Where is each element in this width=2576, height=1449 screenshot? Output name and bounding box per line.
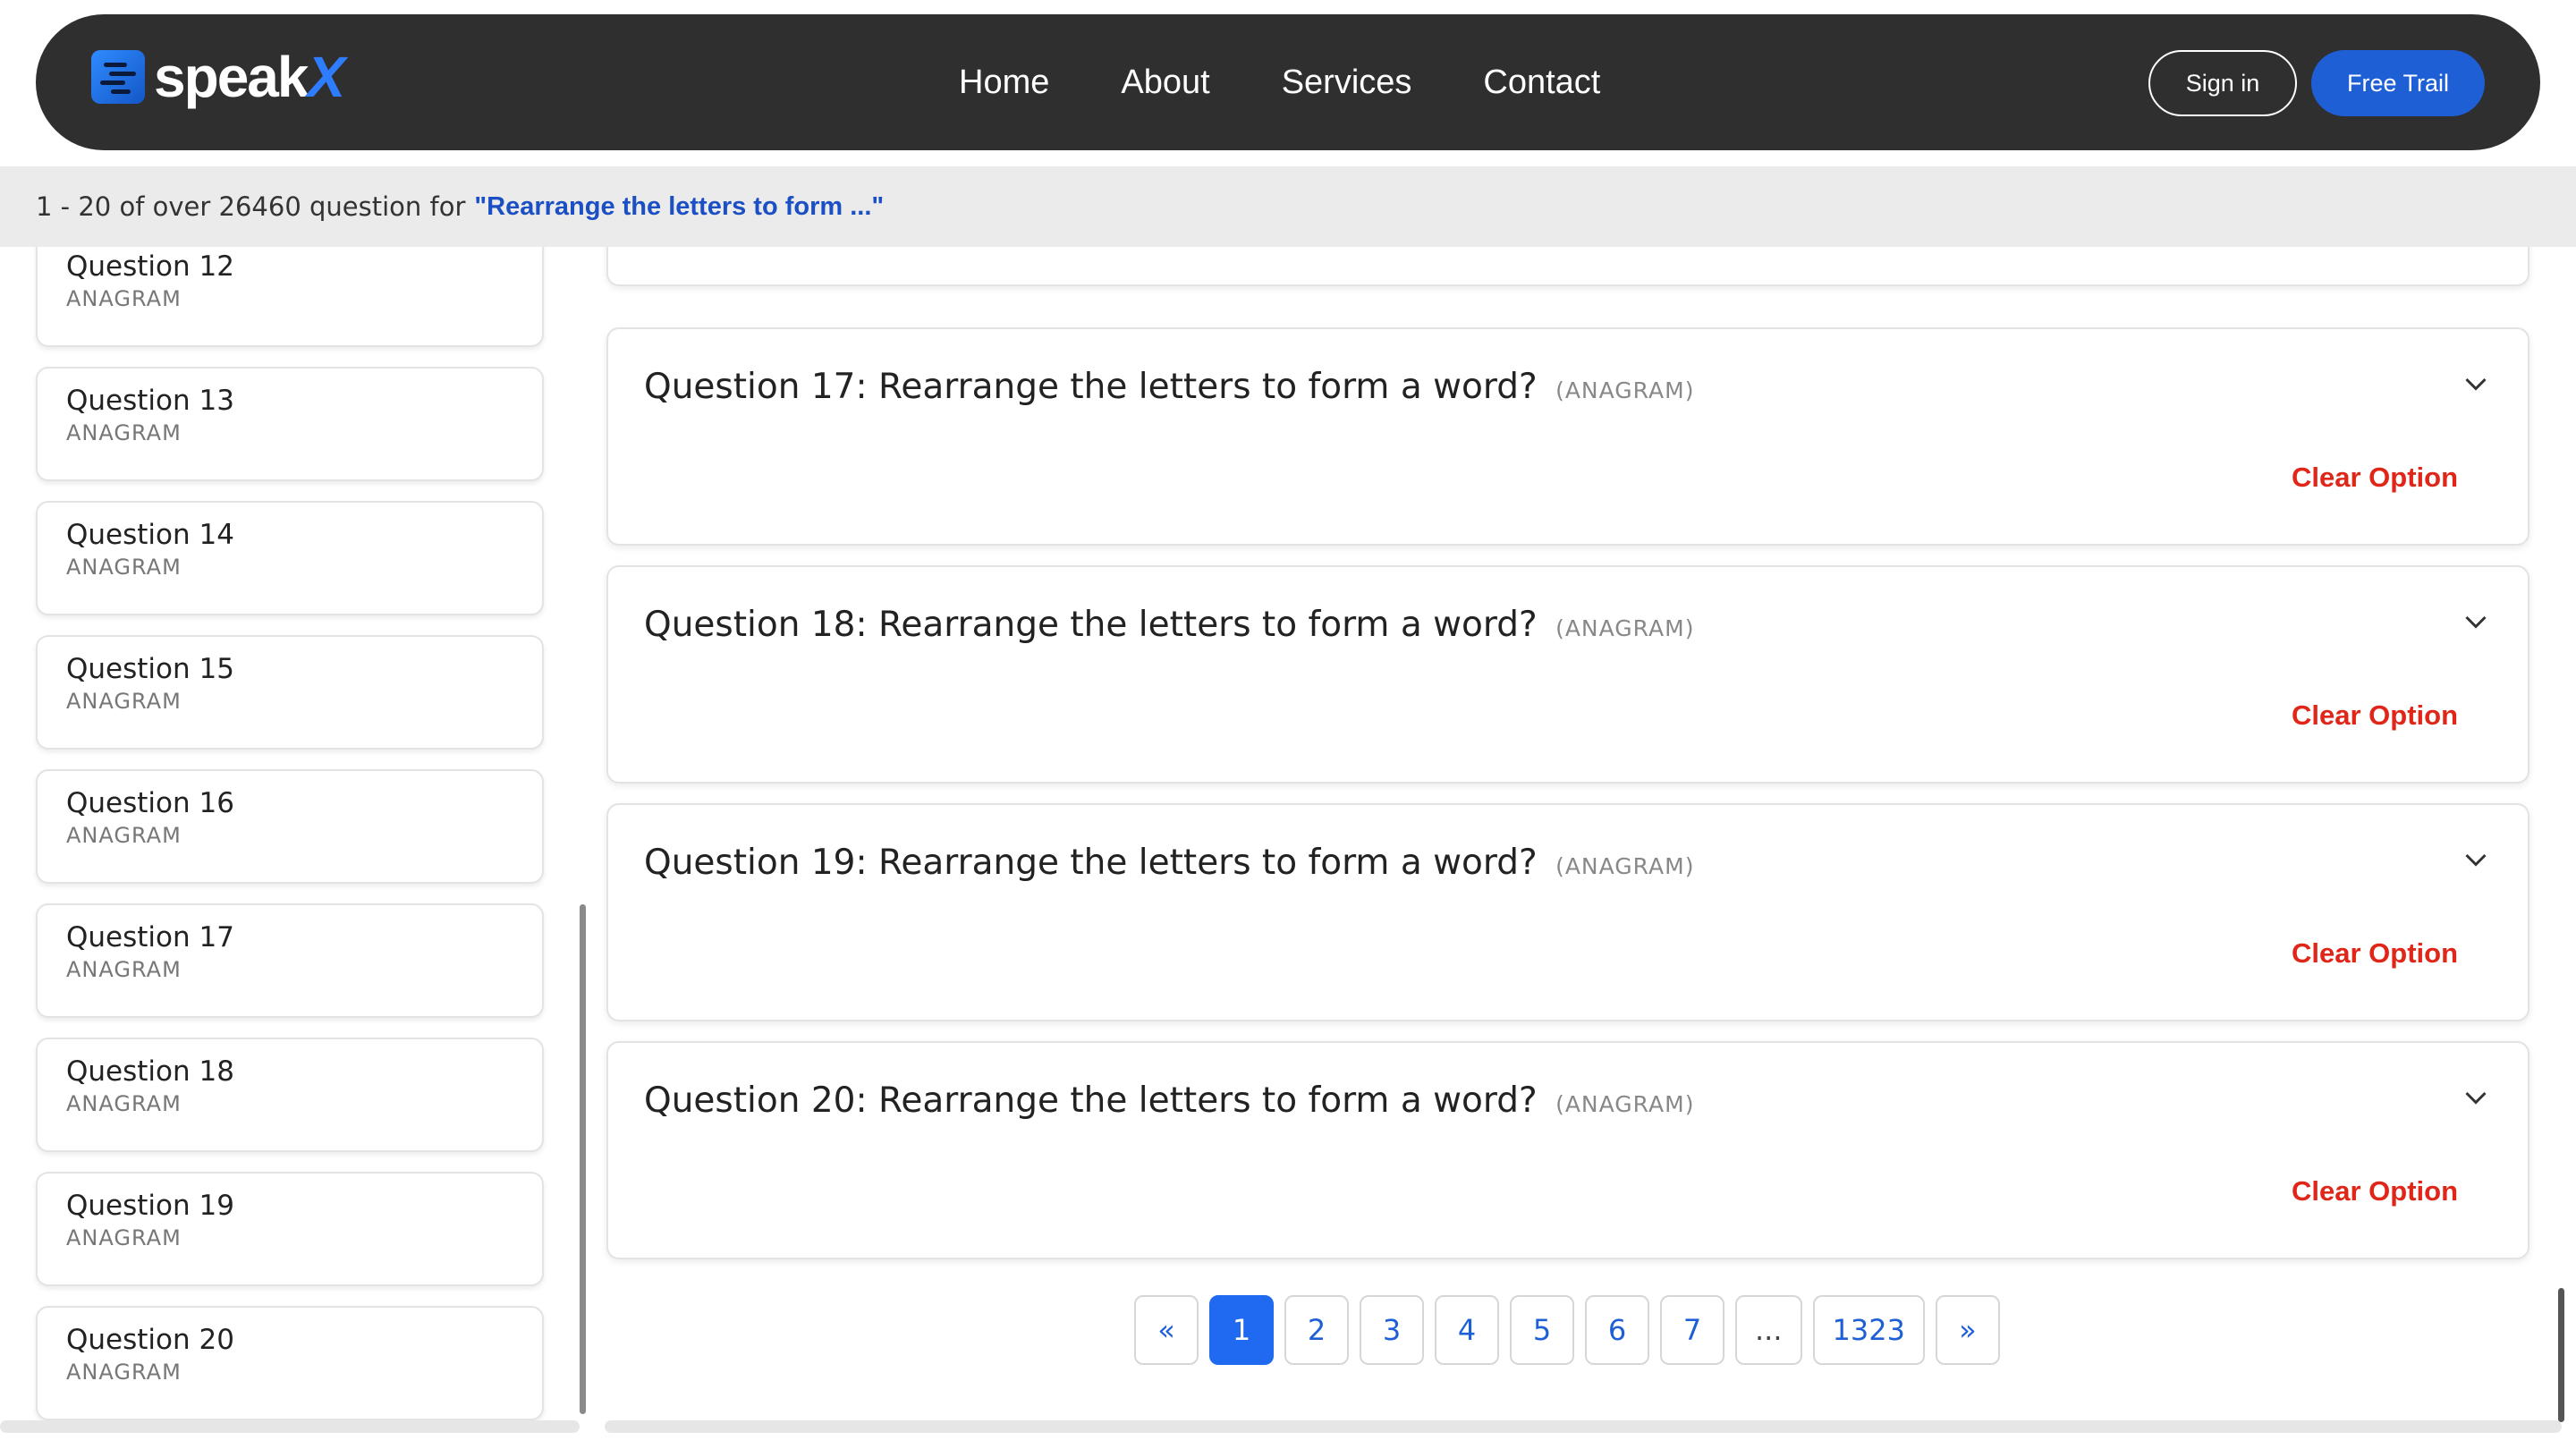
question-title-text: Question 17: Rearrange the letters to fo… — [644, 367, 1538, 407]
question-title: Question 18: Rearrange the letters to fo… — [644, 605, 1694, 645]
question-type-tag: (ANAGRAM) — [1555, 1091, 1695, 1117]
question-type-tag: (ANAGRAM) — [1555, 377, 1695, 403]
sidebar-item-title: Question 13 — [66, 385, 234, 417]
question-title: Question 19: Rearrange the letters to fo… — [644, 843, 1694, 883]
brand-name-accent: X — [307, 45, 345, 109]
clear-option-button[interactable]: Clear Option — [2292, 699, 2458, 732]
question-sidebar: Question 12 ANAGRAM Question 13 ANAGRAM … — [0, 247, 590, 1449]
clear-option-button[interactable]: Clear Option — [2292, 462, 2458, 494]
clear-option-button[interactable]: Clear Option — [2292, 937, 2458, 970]
pagination-page-3[interactable]: 3 — [1360, 1295, 1424, 1365]
sidebar-item-tag: ANAGRAM — [66, 823, 182, 848]
sidebar-item-question-17[interactable]: Question 17 ANAGRAM — [36, 903, 544, 1018]
sidebar-item-tag: ANAGRAM — [66, 1091, 182, 1116]
brand-logo[interactable]: speakX — [91, 48, 345, 106]
sidebar-item-question-14[interactable]: Question 14 ANAGRAM — [36, 501, 544, 615]
nav-link-services[interactable]: Services — [1282, 64, 1412, 102]
sidebar-item-title: Question 12 — [66, 250, 234, 283]
pagination-page-4[interactable]: 4 — [1435, 1295, 1499, 1365]
sidebar-item-title: Question 19 — [66, 1190, 234, 1222]
pagination-page-2[interactable]: 2 — [1284, 1295, 1349, 1365]
sidebar-item-question-19[interactable]: Question 19 ANAGRAM — [36, 1172, 544, 1286]
pagination-prev-button[interactable]: « — [1134, 1295, 1199, 1365]
question-title-text: Question 20: Rearrange the letters to fo… — [644, 1080, 1538, 1121]
pagination-ellipsis: ... — [1735, 1295, 1802, 1365]
question-type-tag: (ANAGRAM) — [1555, 853, 1695, 879]
brand-name: speakX — [154, 48, 345, 106]
question-title-text: Question 19: Rearrange the letters to fo… — [644, 843, 1538, 883]
question-title: Question 20: Rearrange the letters to fo… — [644, 1080, 1694, 1121]
results-count: 1 - 20 of over 26460 question for — [36, 191, 466, 222]
pagination-next-button[interactable]: » — [1935, 1295, 2000, 1365]
sidebar-item-tag: ANAGRAM — [66, 286, 182, 311]
logo-icon — [91, 50, 145, 104]
chevron-down-icon[interactable] — [2460, 844, 2492, 877]
sidebar-item-title: Question 18 — [66, 1055, 234, 1088]
nav-link-contact[interactable]: Contact — [1483, 64, 1600, 102]
sidebar-item-title: Question 20 — [66, 1324, 234, 1356]
pagination-page-5[interactable]: 5 — [1510, 1295, 1574, 1365]
sidebar-item-question-20[interactable]: Question 20 ANAGRAM — [36, 1306, 544, 1420]
sidebar-item-question-13[interactable]: Question 13 ANAGRAM — [36, 367, 544, 481]
sidebar-horizontal-scrollbar[interactable] — [0, 1420, 580, 1433]
main-scrollbar-thumb[interactable] — [2558, 1288, 2564, 1422]
chevron-down-icon[interactable] — [2460, 369, 2492, 401]
sidebar-item-title: Question 14 — [66, 519, 234, 551]
sidebar-item-question-16[interactable]: Question 16 ANAGRAM — [36, 769, 544, 884]
clear-option-button[interactable]: Clear Option — [2292, 1175, 2458, 1208]
nav-link-home[interactable]: Home — [959, 64, 1049, 102]
sidebar-item-tag: ANAGRAM — [66, 1360, 182, 1385]
chevron-down-icon[interactable] — [2460, 606, 2492, 639]
question-list: Question 17: Rearrange the letters to fo… — [590, 247, 2576, 1449]
question-title: Question 17: Rearrange the letters to fo… — [644, 367, 1694, 407]
question-card-19: Question 19: Rearrange the letters to fo… — [606, 803, 2529, 1021]
pagination: « 1 2 3 4 5 6 7 ... 1323 » — [1134, 1295, 2011, 1365]
question-card-17: Question 17: Rearrange the letters to fo… — [606, 327, 2529, 546]
pagination-page-last[interactable]: 1323 — [1812, 1295, 1925, 1365]
sidebar-item-title: Question 16 — [66, 787, 234, 819]
results-query: "Rearrange the letters to form ..." — [474, 191, 885, 221]
question-title-text: Question 18: Rearrange the letters to fo… — [644, 605, 1538, 645]
question-card-partial — [606, 247, 2529, 286]
question-type-tag: (ANAGRAM) — [1555, 615, 1695, 641]
nav-links: Home About Services Contact — [959, 14, 1672, 150]
sidebar-item-tag: ANAGRAM — [66, 689, 182, 714]
sidebar-item-question-18[interactable]: Question 18 ANAGRAM — [36, 1038, 544, 1152]
chevron-down-icon[interactable] — [2460, 1082, 2492, 1114]
brand-name-main: speak — [154, 45, 309, 109]
question-card-18: Question 18: Rearrange the letters to fo… — [606, 565, 2529, 784]
sidebar-item-tag: ANAGRAM — [66, 1225, 182, 1250]
pagination-page-6[interactable]: 6 — [1585, 1295, 1649, 1365]
sidebar-item-tag: ANAGRAM — [66, 420, 182, 445]
sidebar-item-question-12[interactable]: Question 12 ANAGRAM — [36, 247, 544, 347]
nav-link-about[interactable]: About — [1121, 64, 1209, 102]
sidebar-item-title: Question 17 — [66, 921, 234, 953]
main-horizontal-scrollbar[interactable] — [605, 1420, 2562, 1433]
pagination-page-1[interactable]: 1 — [1209, 1295, 1274, 1365]
question-card-20: Question 20: Rearrange the letters to fo… — [606, 1041, 2529, 1259]
sidebar-item-title: Question 15 — [66, 653, 234, 685]
top-navbar: speakX Home About Services Contact Sign … — [36, 14, 2540, 150]
sidebar-scrollbar-thumb[interactable] — [580, 904, 586, 1414]
sidebar-item-tag: ANAGRAM — [66, 957, 182, 982]
free-trial-button[interactable]: Free Trail — [2311, 50, 2485, 116]
pagination-page-7[interactable]: 7 — [1660, 1295, 1724, 1365]
sign-in-button[interactable]: Sign in — [2148, 50, 2297, 116]
sidebar-item-question-15[interactable]: Question 15 ANAGRAM — [36, 635, 544, 750]
sidebar-item-tag: ANAGRAM — [66, 555, 182, 580]
results-summary-bar: 1 - 20 of over 26460 question for "Rearr… — [0, 166, 2576, 247]
